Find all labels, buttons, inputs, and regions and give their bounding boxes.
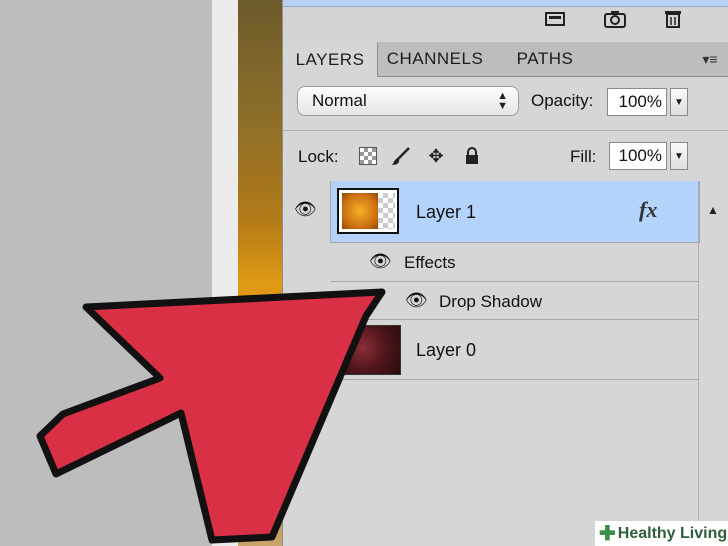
plus-logo-icon: ✚ <box>599 523 616 545</box>
watermark-text: Healthy Living <box>617 524 728 542</box>
red-arrow-shape <box>36 288 386 544</box>
watermark: ✚ Healthy Living <box>595 521 728 546</box>
pointer-arrow <box>36 288 386 544</box>
